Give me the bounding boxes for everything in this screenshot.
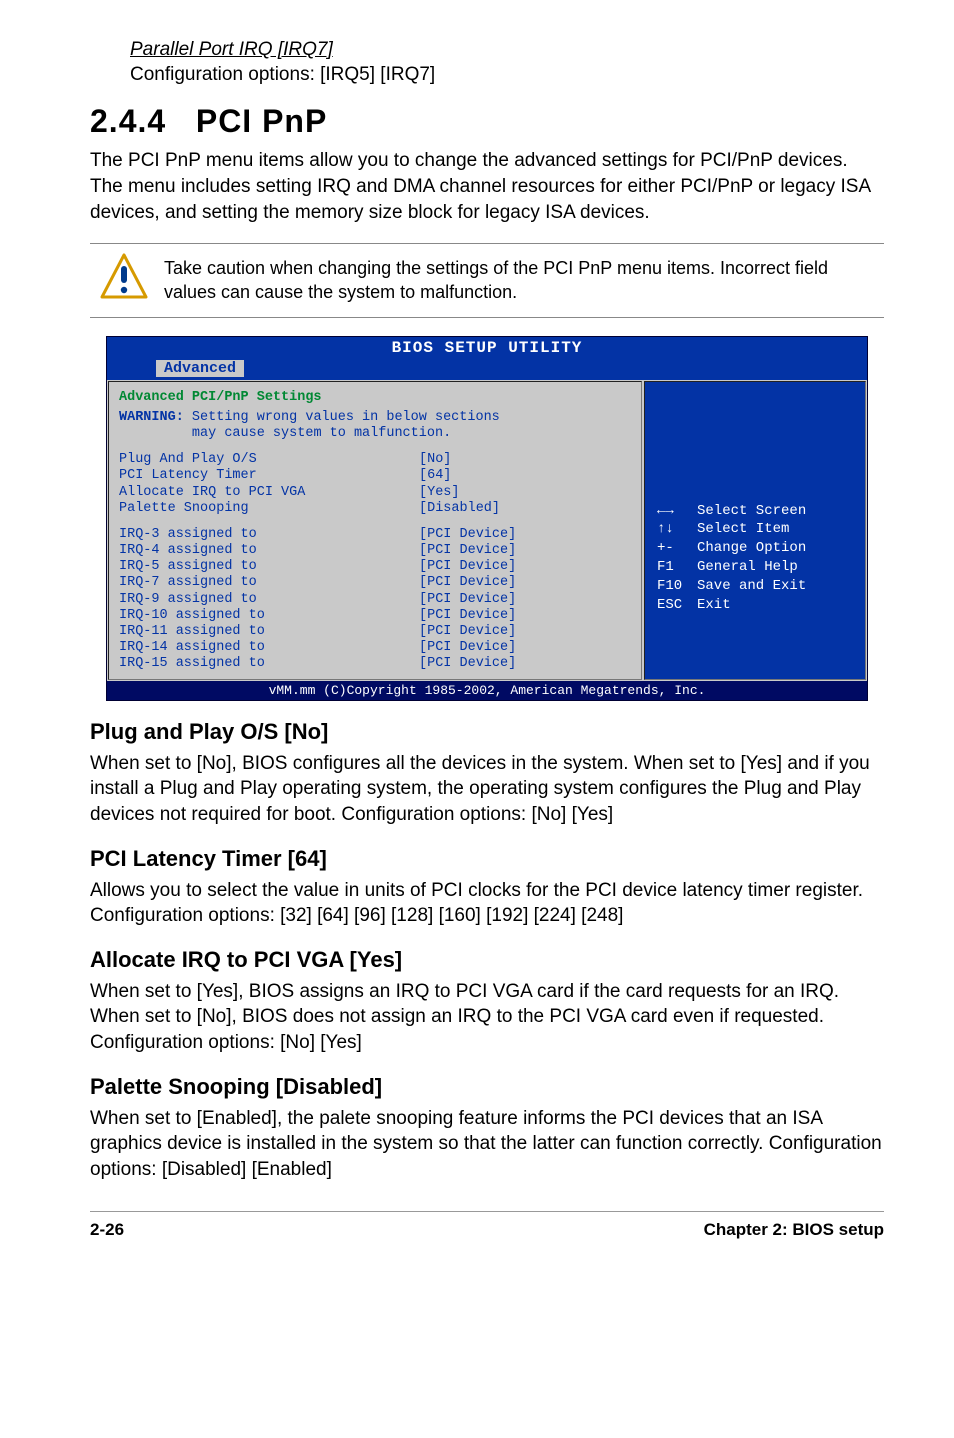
bios-section-heading: Advanced PCI/PnP Settings	[119, 390, 631, 406]
setting-pci-latency[interactable]: PCI Latency Timer [64]	[119, 468, 631, 484]
sub-allocate-irq-text: When set to [Yes], BIOS assigns an IRQ t…	[90, 979, 884, 1056]
caution-note: Take caution when changing the settings …	[90, 243, 884, 317]
bios-title: BIOS SETUP UTILITY	[107, 337, 867, 359]
setting-irq4[interactable]: IRQ-4 assigned to[PCI Device]	[119, 543, 631, 559]
page-number: 2-26	[90, 1220, 124, 1240]
bios-warning: WARNING: Setting wrong values in below s…	[119, 410, 631, 442]
bios-help-pane: ←→Select Screen ↑↓Select Item +-Change O…	[644, 381, 866, 680]
page-footer: 2-26 Chapter 2: BIOS setup	[90, 1211, 884, 1244]
bios-copyright: vMM.mm (C)Copyright 1985-2002, American …	[107, 681, 867, 700]
caution-text: Take caution when changing the settings …	[158, 244, 884, 317]
setting-irq11[interactable]: IRQ-11 assigned to[PCI Device]	[119, 624, 631, 640]
setting-irq15[interactable]: IRQ-15 assigned to[PCI Device]	[119, 656, 631, 672]
setting-irq5[interactable]: IRQ-5 assigned to[PCI Device]	[119, 559, 631, 575]
setting-palette-snooping[interactable]: Palette Snooping [Disabled]	[119, 501, 631, 517]
setting-irq9[interactable]: IRQ-9 assigned to[PCI Device]	[119, 592, 631, 608]
setting-plug-and-play[interactable]: Plug And Play O/S [No]	[119, 452, 631, 468]
sub-pci-latency-title: PCI Latency Timer [64]	[90, 846, 884, 872]
sub-palette-snooping-title: Palette Snooping [Disabled]	[90, 1074, 884, 1100]
section-paragraph: The PCI PnP menu items allow you to chan…	[90, 148, 884, 225]
bios-setup-panel: BIOS SETUP UTILITY Advanced Advanced PCI…	[106, 336, 868, 701]
sub-pci-latency-text: Allows you to select the value in units …	[90, 878, 884, 929]
parallel-port-title: Parallel Port IRQ [IRQ7]	[130, 39, 333, 60]
section-heading: 2.4.4 PCI PnP	[90, 103, 884, 140]
sub-plug-and-play-text: When set to [No], BIOS configures all th…	[90, 751, 884, 828]
sub-palette-snooping-text: When set to [Enabled], the palete snoopi…	[90, 1106, 884, 1183]
parallel-port-desc: Configuration options: [IRQ5] [IRQ7]	[130, 64, 435, 85]
sub-plug-and-play-title: Plug and Play O/S [No]	[90, 719, 884, 745]
setting-irq3[interactable]: IRQ-3 assigned to[PCI Device]	[119, 527, 631, 543]
tab-advanced[interactable]: Advanced	[155, 359, 245, 378]
setting-irq10[interactable]: IRQ-10 assigned to[PCI Device]	[119, 608, 631, 624]
bios-left-pane: Advanced PCI/PnP Settings WARNING: Setti…	[108, 381, 642, 680]
parallel-port-setting: Parallel Port IRQ [IRQ7] Configuration o…	[130, 38, 884, 87]
setting-allocate-irq[interactable]: Allocate IRQ to PCI VGA [Yes]	[119, 485, 631, 501]
sub-allocate-irq-title: Allocate IRQ to PCI VGA [Yes]	[90, 947, 884, 973]
bios-tab-bar: Advanced	[107, 359, 867, 380]
chapter-label: Chapter 2: BIOS setup	[704, 1220, 884, 1240]
setting-irq14[interactable]: IRQ-14 assigned to[PCI Device]	[119, 640, 631, 656]
setting-irq7[interactable]: IRQ-7 assigned to[PCI Device]	[119, 575, 631, 591]
warning-icon	[90, 244, 158, 317]
